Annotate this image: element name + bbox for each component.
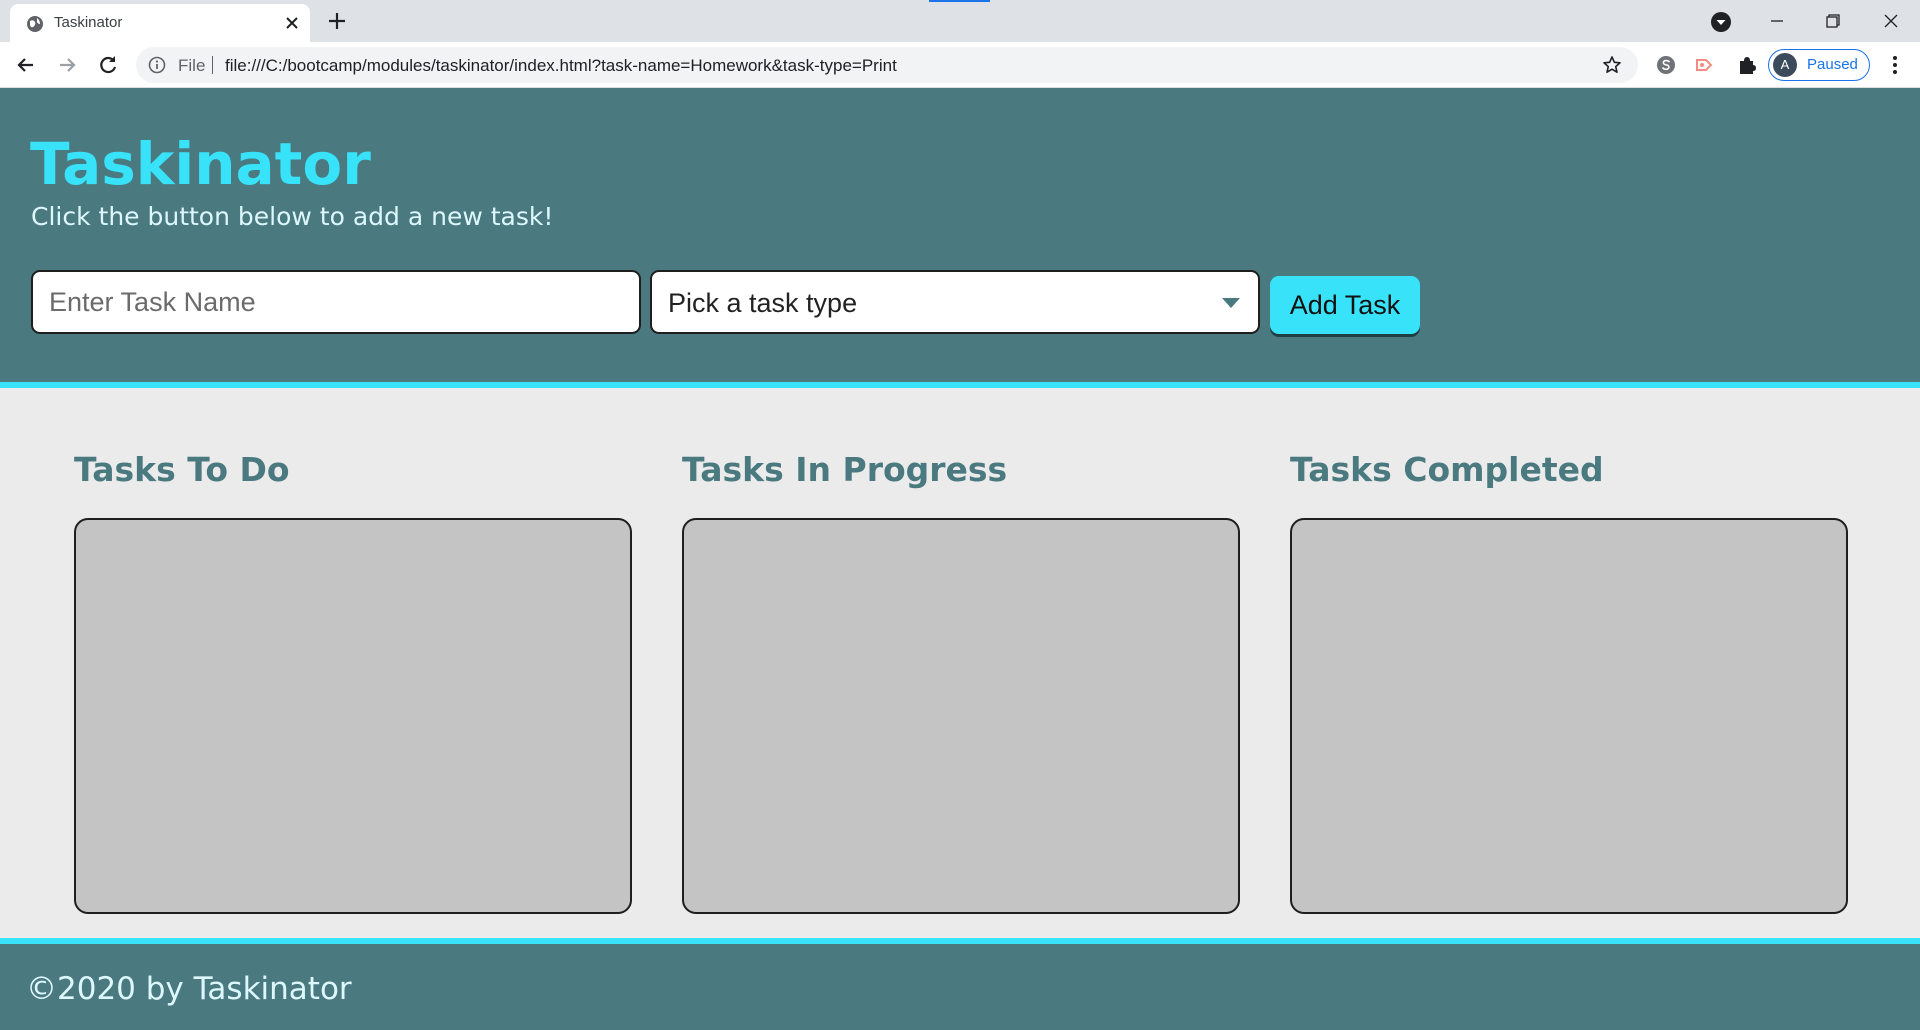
browser-tab-strip: Taskinator bbox=[0, 0, 1920, 42]
window-close-icon[interactable] bbox=[1878, 8, 1904, 34]
url-text[interactable]: file:///C:/bootcamp/modules/taskinator/i… bbox=[225, 56, 897, 76]
page-subtitle: Click the button below to add a new task… bbox=[31, 202, 554, 231]
tab-title: Taskinator bbox=[54, 14, 123, 31]
task-list-in-progress[interactable] bbox=[682, 518, 1240, 914]
star-icon[interactable] bbox=[1602, 55, 1622, 75]
task-name-input[interactable] bbox=[31, 270, 641, 334]
reload-icon[interactable] bbox=[94, 51, 122, 79]
globe-icon bbox=[27, 16, 43, 32]
tab-search-icon[interactable] bbox=[1710, 11, 1732, 33]
page-title: Taskinator bbox=[30, 130, 371, 198]
puzzle-icon[interactable] bbox=[1736, 54, 1758, 76]
add-task-button[interactable]: Add Task bbox=[1270, 276, 1420, 334]
browser-tab[interactable]: Taskinator bbox=[10, 4, 310, 42]
back-icon[interactable] bbox=[12, 51, 40, 79]
sync-status-label: Paused bbox=[1807, 56, 1858, 73]
forward-icon[interactable] bbox=[53, 51, 81, 79]
column-title: Tasks To Do bbox=[74, 450, 290, 489]
skype-icon[interactable] bbox=[1655, 54, 1677, 76]
task-list-completed[interactable] bbox=[1290, 518, 1848, 914]
profile-paused-button[interactable]: A Paused bbox=[1768, 49, 1870, 81]
task-type-select[interactable]: Pick a task type bbox=[650, 270, 1260, 334]
omnibox-divider bbox=[212, 56, 213, 74]
browser-toolbar: File file:///C:/bootcamp/modules/taskina… bbox=[0, 42, 1920, 88]
column-title: Tasks In Progress bbox=[682, 450, 1008, 489]
chevron-down-icon bbox=[1222, 298, 1240, 308]
minimize-icon[interactable] bbox=[1764, 8, 1790, 34]
tab-drag-indicator bbox=[929, 0, 990, 2]
avatar: A bbox=[1773, 53, 1797, 77]
task-list-to-do[interactable] bbox=[74, 518, 632, 914]
copyright-text: ©2020 by Taskinator bbox=[26, 971, 352, 1007]
page-footer: ©2020 by Taskinator bbox=[0, 938, 1920, 1030]
column-title: Tasks Completed bbox=[1290, 450, 1604, 489]
plus-icon[interactable] bbox=[326, 10, 348, 32]
address-bar[interactable]: File file:///C:/bootcamp/modules/taskina… bbox=[136, 47, 1638, 83]
site-scheme-label: File bbox=[178, 56, 206, 75]
cast-icon[interactable] bbox=[1694, 54, 1716, 76]
restore-icon[interactable] bbox=[1820, 8, 1846, 34]
page-header: Taskinator Click the button below to add… bbox=[0, 88, 1920, 388]
close-icon[interactable] bbox=[282, 13, 302, 33]
info-icon[interactable] bbox=[148, 56, 166, 74]
kebab-menu-icon[interactable] bbox=[1884, 54, 1906, 76]
task-type-selected-value: Pick a task type bbox=[668, 288, 858, 318]
